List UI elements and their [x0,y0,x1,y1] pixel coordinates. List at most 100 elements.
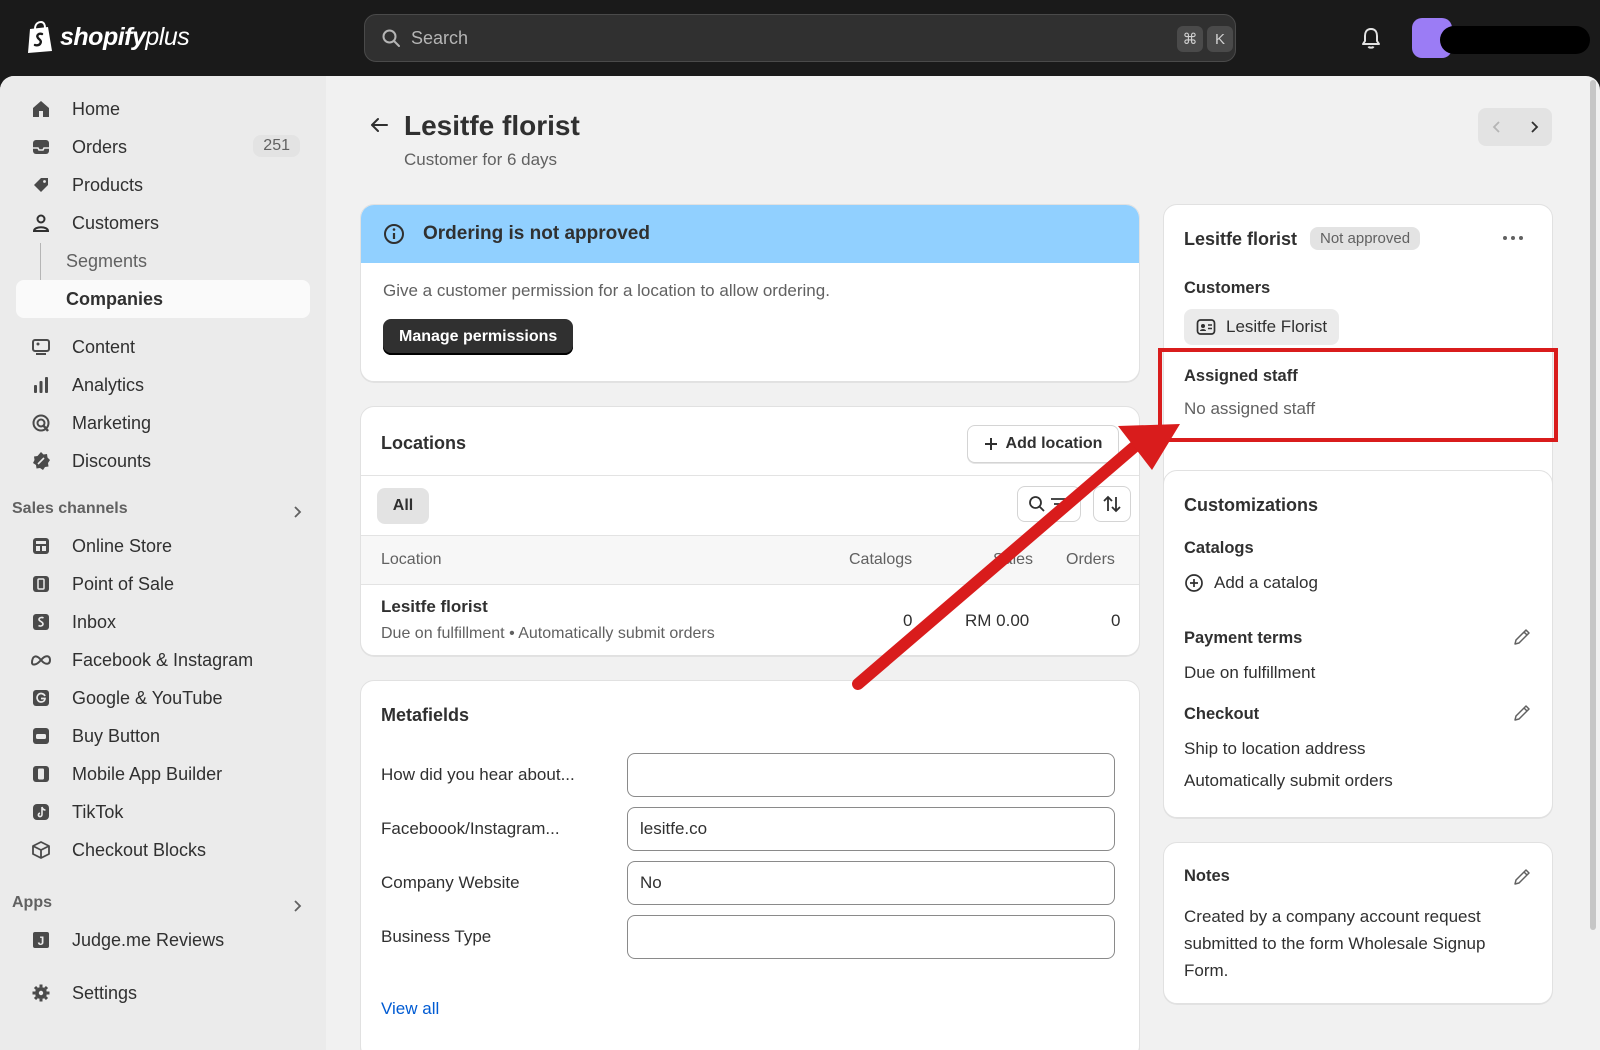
search-bar[interactable]: ⌘ K [364,14,1236,62]
locations-card: Locations Add location All Location Cata… [360,406,1140,656]
contact-card-icon [1196,319,1216,335]
locations-title: Locations [381,433,467,453]
search-filter-button[interactable] [1017,486,1081,522]
inbox-icon [30,611,52,633]
metafield-hear-about-input[interactable] [627,753,1115,797]
metafields-title: Metafields [381,705,470,725]
shopify-logo[interactable]: shopifyplus [26,20,190,54]
column-sales[interactable]: Sales [993,551,1033,569]
top-bar: shopifyplus ⌘ K [0,0,1600,76]
annotation-highlight-box [1158,348,1558,442]
sidebar-item-mobile-app-builder[interactable]: Mobile App Builder [16,755,310,793]
gear-icon [30,982,52,1004]
plus-icon [984,438,997,450]
meta-icon [30,649,52,671]
sidebar-item-customers[interactable]: Customers [16,204,310,242]
discount-icon [30,450,52,472]
sidebar-item-analytics[interactable]: Analytics [16,366,310,404]
sidebar-item-tiktok[interactable]: TikTok [16,793,310,831]
sidebar-item-facebook-instagram[interactable]: Facebook & Instagram [16,641,310,679]
table-row[interactable]: Lesitfe florist Due on fulfillment • Aut… [361,585,1139,655]
edit-pencil-icon[interactable] [1512,703,1532,723]
back-arrow-icon[interactable] [368,114,390,136]
notes-card: Notes Created by a company account reque… [1163,842,1553,1004]
sidebar-item-label: TikTok [72,801,124,822]
sidebar-item-companies[interactable]: Companies [16,280,310,318]
sidebar-item-label: Google & YouTube [72,687,223,708]
sidebar-item-label: Marketing [72,412,152,433]
main-canvas: Home Orders 251 Products Customers Segme… [0,76,1600,1050]
sidebar-item-label: Judge.me Reviews [72,929,225,950]
column-orders[interactable]: Orders [1066,551,1115,569]
sidebar-item-label: Segments [66,250,148,271]
add-catalog-button[interactable]: Add a catalog [1184,573,1318,593]
sidebar-item-label: Inbox [72,611,117,632]
tiktok-icon [30,801,52,823]
sidebar-item-google-youtube[interactable]: Google & YouTube [16,679,310,717]
sidebar-item-content[interactable]: Content [16,328,310,366]
box-icon [30,839,52,861]
sidebar-item-judgeme-reviews[interactable]: J Judge.me Reviews [16,921,310,959]
company-name: Lesitfe florist [1184,229,1298,249]
banner-header: Ordering is not approved [361,205,1139,263]
sidebar-item-online-store[interactable]: Online Store [16,527,310,565]
metafield-label: Faceboook/Instagram... [381,819,560,838]
page-subtitle: Customer for 6 days [404,150,558,169]
sidebar-item-inbox[interactable]: Inbox [16,603,310,641]
checkout-label: Checkout [1184,705,1260,723]
search-input[interactable] [411,27,1131,49]
more-actions-icon[interactable] [1502,235,1524,241]
column-location[interactable]: Location [381,551,442,569]
add-location-button[interactable]: Add location [967,425,1119,463]
banner-title: Ordering is not approved [423,223,650,244]
page-title: Lesitfe florist [404,110,580,141]
buy-button-icon [30,725,52,747]
sidebar-item-point-of-sale[interactable]: Point of Sale [16,565,310,603]
orders-count-badge: 251 [253,135,300,157]
shortcut-k-key: K [1207,26,1233,52]
sidebar-item-settings[interactable]: Settings [16,974,310,1012]
page-scrollbar[interactable] [1590,80,1596,930]
orders-icon [30,136,52,158]
sidebar-item-checkout-blocks[interactable]: Checkout Blocks [16,831,310,869]
locations-filter-bar: All [361,475,1139,535]
filter-lines-icon [1051,498,1069,510]
sidebar-item-products[interactable]: Products [16,166,310,204]
metafield-website-input[interactable] [627,861,1115,905]
sidebar-item-label: Home [72,98,121,119]
sidebar: Home Orders 251 Products Customers Segme… [0,76,326,1050]
manage-permissions-button[interactable]: Manage permissions [383,319,574,355]
location-name[interactable]: Lesitfe florist [381,597,488,617]
chevron-right-icon[interactable] [290,899,304,913]
redacted-store-name [1440,26,1590,54]
customer-chip[interactable]: Lesitfe Florist [1184,309,1340,345]
sidebar-item-orders[interactable]: Orders 251 [16,128,310,166]
metafield-social-input[interactable] [627,807,1115,851]
bell-icon[interactable] [1360,26,1382,50]
edit-pencil-icon[interactable] [1512,627,1532,647]
sidebar-item-label: Discounts [72,450,152,471]
sort-button[interactable] [1093,486,1131,522]
view-all-metafields-link[interactable]: View all [381,999,439,1019]
metafield-business-type-input[interactable] [627,915,1115,959]
sidebar-item-label: Point of Sale [72,573,175,594]
sidebar-item-marketing[interactable]: Marketing [16,404,310,442]
sales-channels-heading: Sales channels [12,500,128,517]
chevron-left-icon[interactable] [1490,120,1504,134]
mobile-icon [30,763,52,785]
sidebar-item-segments[interactable]: Segments [16,242,310,280]
notes-title: Notes [1184,867,1230,885]
metafield-label: How did you hear about... [381,765,575,784]
column-catalogs[interactable]: Catalogs [849,551,912,569]
chevron-right-icon[interactable] [1527,120,1541,134]
sidebar-item-home[interactable]: Home [16,90,310,128]
sort-icon [1103,495,1121,513]
location-catalogs: 0 [903,611,913,630]
banner-body: Give a customer permission for a locatio… [361,263,1139,373]
chevron-right-icon[interactable] [290,505,304,519]
sidebar-item-discounts[interactable]: Discounts [16,442,310,480]
plus-circle-icon [1185,574,1203,592]
filter-tab-all[interactable]: All [377,488,429,524]
edit-pencil-icon[interactable] [1512,867,1532,887]
sidebar-item-buy-button[interactable]: Buy Button [16,717,310,755]
